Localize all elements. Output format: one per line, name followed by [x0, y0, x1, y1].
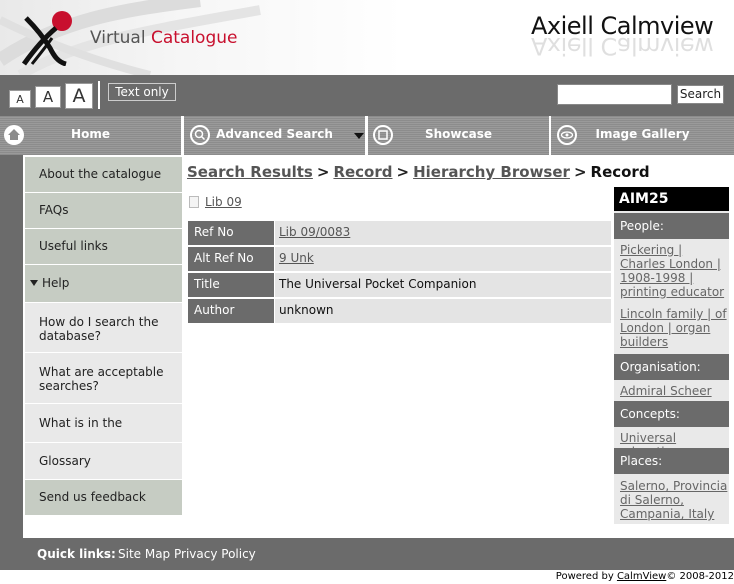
record-value-ref-no: Lib 09/0083 [275, 221, 611, 245]
record-value-author: unknown [275, 299, 611, 323]
main-nav: Home Advanced Search Showcase Image Gall… [0, 116, 734, 155]
record-label-title: Title [188, 273, 274, 297]
sidebar-item-label: Glossary [39, 454, 91, 468]
sidebar-item-label: How do I search the database? [39, 315, 159, 343]
breadcrumb-separator: > [396, 163, 410, 181]
powered-by: Powered by CalmView© 2008-2012 [556, 571, 734, 582]
breadcrumb-current: Record [590, 163, 650, 181]
brand-accent: Catalogue [150, 28, 238, 48]
aim25-people-link-pickering[interactable]: Pickering | Charles London | 1908-1998 |… [620, 243, 728, 299]
sidebar-item-help[interactable]: Help [25, 265, 182, 302]
sidebar-item-useful-links[interactable]: Useful links [25, 229, 182, 264]
sidebar-item-acceptable-searches[interactable]: What are acceptable searches? [25, 353, 182, 403]
eye-icon [557, 125, 577, 145]
record-label-alt-ref-no: Alt Ref No [188, 247, 274, 271]
sidebar-item-label: Help [42, 276, 70, 290]
tab-image-gallery[interactable]: Image Gallery [551, 116, 734, 155]
breadcrumb-separator: > [573, 163, 587, 181]
showcase-icon [373, 125, 393, 145]
vendor-name: Axiell Calmview [531, 12, 714, 40]
tab-home-label: Home [71, 127, 110, 141]
aim25-people-link-lincoln[interactable]: Lincoln family | of London | organ build… [620, 307, 728, 349]
home-icon [4, 125, 24, 145]
tab-showcase-label: Showcase [424, 127, 492, 141]
search-input[interactable] [557, 84, 672, 105]
quick-links-label: Quick links: [37, 547, 116, 561]
breadcrumb: Search Results > Record > Hierarchy Browser >… [187, 163, 650, 181]
sidebar-item-label: FAQs [39, 203, 69, 217]
alt-ref-no-link[interactable]: 9 Unk [279, 251, 314, 265]
aim25-panel: AIM25 People: Pickering | Charles London… [614, 187, 729, 524]
sidebar-item-feedback[interactable]: Send us feedback [25, 480, 182, 515]
aim25-people-heading: People: [614, 213, 729, 239]
sidebar-item-label: What are acceptable searches? [39, 365, 164, 393]
breadcrumb-separator: > [316, 163, 330, 181]
sidebar-item-about[interactable]: About the catalogue [25, 157, 182, 192]
font-size-large-button[interactable]: A [65, 83, 93, 109]
tab-advanced-search-label: Advanced Search [216, 127, 333, 141]
toolbar-divider [98, 81, 100, 109]
record-value-title: The Universal Pocket Companion [275, 273, 611, 297]
site-map-link[interactable]: Site Map [118, 538, 170, 570]
chevron-down-icon[interactable] [354, 133, 364, 139]
sidebar: About the catalogue FAQs Useful links He… [23, 155, 182, 515]
breadcrumb-hierarchy-browser[interactable]: Hierarchy Browser [413, 163, 570, 181]
parent-record-link[interactable]: Lib 09 [205, 195, 242, 209]
powered-prefix: Powered by [555, 571, 617, 582]
privacy-policy-link[interactable]: Privacy Policy [174, 538, 256, 570]
caret-down-icon [30, 280, 38, 286]
sidebar-item-label: Send us feedback [39, 490, 146, 504]
record-label-ref-no: Ref No [188, 221, 274, 245]
aim25-title: AIM25 [614, 187, 729, 211]
calmview-link[interactable]: CalmView [617, 571, 666, 582]
sidebar-item-label: Useful links [39, 239, 108, 253]
sidebar-item-how-search[interactable]: How do I search the database? [25, 303, 182, 352]
font-size-medium-button[interactable]: A [35, 86, 61, 108]
sidebar-item-glossary[interactable]: Glossary [25, 443, 182, 479]
site-header: Virtual Catalogue Axiell Calmview Axiell… [0, 0, 734, 75]
aim25-organisation-link[interactable]: Admiral Scheer [620, 384, 728, 398]
document-icon [189, 196, 199, 208]
brand-name: Virtual Catalogue [90, 28, 237, 48]
toolbar: A A A Text only Search [0, 75, 734, 116]
record-label-author: Author [188, 299, 274, 323]
sidebar-item-faqs[interactable]: FAQs [25, 193, 182, 228]
breadcrumb-search-results[interactable]: Search Results [187, 163, 313, 181]
text-only-button[interactable]: Text only [108, 83, 176, 101]
aim25-places-link[interactable]: Salerno, Provincia di Salerno, Campania,… [620, 479, 728, 521]
powered-suffix: © 2008-2012 [666, 571, 734, 582]
ref-no-link[interactable]: Lib 09/0083 [279, 225, 350, 239]
aim25-concepts-heading: Concepts: [614, 401, 729, 427]
brand-prefix: Virtual [90, 28, 151, 48]
virtual-catalogue-logo[interactable] [22, 10, 74, 66]
sidebar-item-label: About the catalogue [39, 167, 162, 181]
tab-home[interactable]: Home [0, 116, 181, 155]
tab-showcase[interactable]: Showcase [368, 116, 549, 155]
font-size-small-button[interactable]: A [9, 90, 31, 108]
footer: Quick links: Site Map Privacy Policy [0, 538, 734, 570]
tab-image-gallery-label: Image Gallery [595, 127, 690, 141]
record-value-alt-ref-no: 9 Unk [275, 247, 611, 271]
left-strip [0, 155, 23, 538]
tab-advanced-search[interactable]: Advanced Search [184, 116, 365, 155]
aim25-organisation-heading: Organisation: [614, 354, 729, 380]
sidebar-item-catalogue-contents[interactable]: What is in the catalogue? [25, 404, 182, 468]
aim25-places-heading: Places: [614, 448, 729, 474]
search-button[interactable]: Search [677, 85, 724, 104]
breadcrumb-record[interactable]: Record [333, 163, 392, 181]
magnifier-icon [190, 125, 210, 145]
